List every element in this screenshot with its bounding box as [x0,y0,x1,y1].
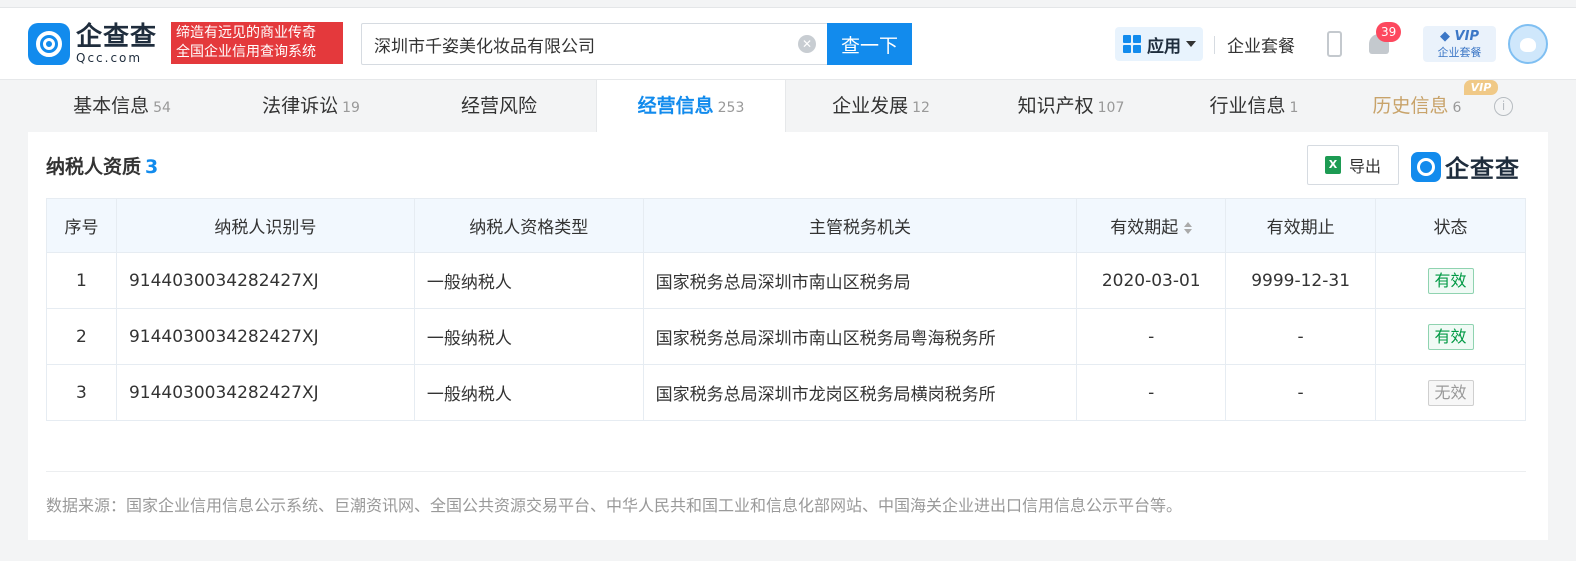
tab-basic-info[interactable]: 基本信息 54 [28,80,216,132]
col-type: 纳税人资格类型 [413,198,644,253]
tab-development[interactable]: 企业发展 12 [786,80,976,132]
vip-package-label: 企业套餐 [1437,46,1482,59]
row-start-date: - [1076,308,1227,365]
row-no: 3 [46,364,117,421]
table-header-row: 序号 纳税人识别号 纳税人资格类型 主管税务机关 有效期起 有效期止 状态 [46,198,1526,253]
enterprise-package-link[interactable]: 企业套餐 [1227,32,1295,57]
slogan-banner: 缔造有远见的商业传奇 全国企业信用查询系统 [171,22,343,64]
apps-menu-button[interactable]: 应用 [1115,27,1203,61]
qcc-brand-icon [1411,151,1441,182]
row-no: 1 [46,252,117,309]
footer-divider [46,471,1526,472]
data-source-note: 数据来源：国家企业信用信息公示系统、巨潮资讯网、全国公共资源交易平台、中华人民共… [46,496,1183,515]
export-label: 导出 [1348,157,1381,176]
export-button[interactable]: X 导出 [1307,145,1399,185]
col-end-date: 有效期止 [1225,198,1377,253]
table-row: 1 9144030034282427XJ 一般纳税人 国家税务总局深圳市南山区税… [46,252,1526,309]
col-authority: 主管税务机关 [642,198,1078,253]
vip-package-button[interactable]: ◆ VIP 企业套餐 [1423,26,1496,62]
status-badge: 有效 [1427,323,1474,350]
search-button[interactable]: 查一下 [827,23,912,65]
table-row: 3 9144030034282427XJ 一般纳税人 国家税务总局深圳市龙岗区税… [46,364,1526,421]
logo-cn-text: 企查查 [76,22,158,52]
apps-label: 应用 [1147,36,1181,57]
col-status: 状态 [1375,198,1526,253]
row-tax-id: 9144030034282427XJ [115,308,415,365]
site-header: 企查查 Qcc.com 缔造有远见的商业传奇 全国企业信用查询系统 ✕ 查一下 … [0,8,1576,80]
tab-industry[interactable]: 行业信息 1 [1166,80,1342,132]
row-start-date: 2020-03-01 [1076,252,1227,309]
row-type: 一般纳税人 [413,364,644,421]
row-type: 一般纳税人 [413,252,644,309]
col-start-date[interactable]: 有效期起 [1076,198,1227,253]
search-input[interactable] [374,24,794,64]
row-end-date: - [1225,308,1377,365]
tab-business-risk[interactable]: 经营风险 [406,80,596,132]
status-badge: 无效 [1427,379,1474,406]
col-tax-id: 纳税人识别号 [115,198,415,253]
history-vip-tag: VIP [1464,80,1498,95]
mobile-app-icon[interactable] [1327,31,1342,57]
tab-business-info[interactable]: 经营信息 253 [596,80,786,132]
sort-icon [1184,222,1193,234]
row-authority: 国家税务总局深圳市龙岗区税务局横岗税务所 [642,364,1078,421]
tab-ip[interactable]: 知识产权 107 [976,80,1166,132]
vip-diamond-label: ◆ VIP [1440,29,1479,44]
section-title: 纳税人资质 3 [46,156,159,178]
status-badge: 有效 [1427,267,1474,294]
slogan-line2: 全国企业信用查询系统 [176,44,316,60]
tab-legal[interactable]: 法律诉讼 19 [216,80,406,132]
slogan-line1: 缔造有远见的商业传奇 [176,25,316,41]
info-icon[interactable]: i [1494,97,1513,116]
taxpayer-table: 序号 纳税人识别号 纳税人资格类型 主管税务机关 有效期起 有效期止 状态 1 … [46,198,1526,421]
excel-icon: X [1324,156,1341,174]
site-logo[interactable]: 企查查 Qcc.com [28,22,157,66]
row-no: 2 [46,308,117,365]
taxpayer-panel: 纳税人资质 3 X 导出 企查查 序号 纳税人识别号 纳税人资格类型 主管税务机关… [28,132,1548,540]
brand-watermark-logo: 企查查 [1411,149,1520,184]
row-end-date: - [1225,364,1377,421]
row-type: 一般纳税人 [413,308,644,365]
qcc-logo-icon [28,23,70,65]
logo-en-text: Qcc.com [76,51,143,65]
row-end-date: 9999-12-31 [1225,252,1377,309]
top-strip [0,0,1576,8]
row-authority: 国家税务总局深圳市南山区税务局粤海税务所 [642,308,1078,365]
section-count: 3 [145,156,159,178]
row-authority: 国家税务总局深圳市南山区税务局 [642,252,1078,309]
user-avatar[interactable] [1508,24,1548,64]
brand-text: 企查查 [1445,155,1520,183]
table-row: 2 9144030034282427XJ 一般纳税人 国家税务总局深圳市南山区税… [46,308,1526,365]
col-no: 序号 [46,198,117,253]
header-divider [1214,36,1215,54]
clear-search-icon[interactable]: ✕ [798,35,816,53]
notification-badge: 39 [1376,22,1402,42]
apps-grid-icon [1123,35,1141,53]
row-tax-id: 9144030034282427XJ [115,364,415,421]
row-tax-id: 9144030034282427XJ [115,252,415,309]
chevron-down-icon [1186,41,1196,47]
company-tabs: 基本信息 54 法律诉讼 19 经营风险 经营信息 253 企业发展 12 知识产权 10… [28,80,1548,132]
row-start-date: - [1076,364,1227,421]
